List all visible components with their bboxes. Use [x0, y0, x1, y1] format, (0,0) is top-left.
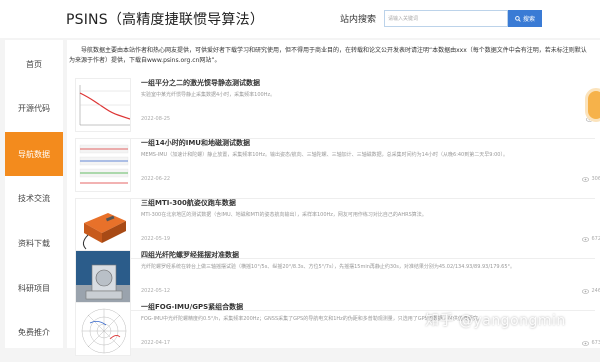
dataset-thumbnail[interactable] — [75, 138, 131, 192]
dataset-views: 306 — [582, 176, 600, 182]
dataset-thumbnail[interactable] — [75, 250, 131, 304]
views-count: 672 — [591, 236, 600, 242]
dataset-description: MTI-300在北京地区的测试数据（含IMU、地磁和MTI的姿态航向输出），采样… — [141, 212, 427, 218]
dataset-thumbnail[interactable] — [75, 78, 131, 132]
dataset-description: 实验室中某光纤惯导静止采集数据4小时，采集频率100Hz。 — [141, 92, 276, 98]
watermark-text: 知乎 @yangongmin — [425, 313, 566, 329]
sidebar-item-label: 导航数据 — [18, 149, 50, 159]
sensor-device-image — [76, 199, 130, 251]
dataset-description: MEMS-IMU（加速计和陀螺）静止放置，采集频率10Hz。输出姿态/航向、三轴… — [141, 152, 508, 158]
dataset-date: 2022-06-22 — [141, 176, 171, 182]
sidebar-item-label: 技术交流 — [18, 193, 50, 203]
dataset-thumbnail[interactable] — [75, 198, 131, 252]
sidebar-item-tech-exchange[interactable]: 技术交流 — [5, 176, 63, 220]
sidebar-item-home[interactable]: 首页 — [5, 42, 63, 86]
sidebar-nav: 首页 开源代码 导航数据 技术交流 资料下载 科研项目 免费推介 — [5, 40, 63, 348]
dataset-date: 2022-08-25 — [141, 116, 171, 122]
search-label: 站内搜索 — [340, 15, 377, 25]
eye-icon — [582, 340, 590, 346]
dataset-title[interactable]: 一组14小时的IMU和地磁测试数据 — [141, 138, 250, 148]
sidebar-item-label: 首页 — [26, 59, 42, 69]
eye-icon — [582, 176, 590, 182]
sidebar-item-promo[interactable]: 免费推介 — [5, 310, 63, 354]
chart-thumbnail-image — [76, 79, 130, 131]
sidebar-item-label: 科研项目 — [18, 283, 50, 293]
chart-thumbnail-image — [76, 139, 130, 191]
views-count: 306 — [591, 176, 600, 182]
dataset-date: 2022-04-17 — [141, 340, 171, 346]
sidebar-item-nav-data[interactable]: 导航数据 — [5, 132, 63, 176]
sidebar-item-open-source[interactable]: 开源代码 — [5, 86, 63, 130]
eye-icon — [582, 288, 590, 294]
search-input[interactable] — [384, 10, 508, 27]
sidebar-item-research[interactable]: 科研项目 — [5, 266, 63, 310]
sidebar-item-label: 资料下载 — [18, 238, 50, 248]
site-header: PSINS（高精度捷联惯导算法） 站内搜索 搜索 — [0, 0, 600, 38]
intro-text: 导航数据主要由本站作者和热心网友提供，可供爱好者下载学习和研究使用，但不得用于商… — [69, 47, 587, 64]
sidebar-item-label: 免费推介 — [18, 327, 50, 337]
views-count: 673 — [591, 340, 600, 346]
dataset-title[interactable]: 四组光纤陀螺罗经摇摆对准数据 — [141, 250, 239, 260]
skyplot-image — [76, 303, 130, 355]
dataset-date: 2022-05-12 — [141, 288, 171, 294]
sidebar-item-downloads[interactable]: 资料下载 — [5, 221, 63, 265]
site-brand[interactable]: PSINS（高精度捷联惯导算法） — [66, 9, 264, 29]
dataset-views: 673 — [582, 340, 600, 346]
dataset-views: 672 — [582, 236, 600, 242]
dataset-views: 246 — [582, 288, 600, 294]
floating-widget[interactable] — [585, 88, 600, 122]
dataset-title[interactable]: 三组MTI-300航姿仪跑车数据 — [141, 198, 236, 208]
dataset-item[interactable]: 一组14小时的IMU和地磁测试数据 MEMS-IMU（加速计和陀螺）静止放置，采… — [75, 138, 600, 199]
sidebar-item-label: 开源代码 — [18, 103, 50, 113]
search-button[interactable]: 搜索 — [508, 10, 542, 27]
search-button-label: 搜索 — [522, 16, 535, 23]
dataset-title[interactable]: 一组平分之二的激光惯导静态测试数据 — [141, 78, 260, 88]
main-content: 导航数据主要由本站作者和热心网友提供，可供爱好者下载学习和研究使用，但不得用于商… — [67, 40, 600, 356]
turntable-image — [76, 251, 130, 303]
search-icon — [515, 15, 521, 22]
dataset-date: 2022-05-19 — [141, 236, 171, 242]
dataset-description: 光纤陀螺罗经系统在转台上做三轴摇摆试验（横摇10°/5s、纵摇20°/8.3s、… — [141, 264, 516, 270]
views-count: 246 — [591, 288, 600, 294]
dataset-item[interactable]: 一组平分之二的激光惯导静态测试数据 实验室中某光纤惯导静止采集数据4小时，采集频… — [75, 78, 600, 139]
dataset-title[interactable]: 一组FOG-IMU/GPS紧组合数据 — [141, 302, 243, 312]
eye-icon — [582, 236, 590, 242]
